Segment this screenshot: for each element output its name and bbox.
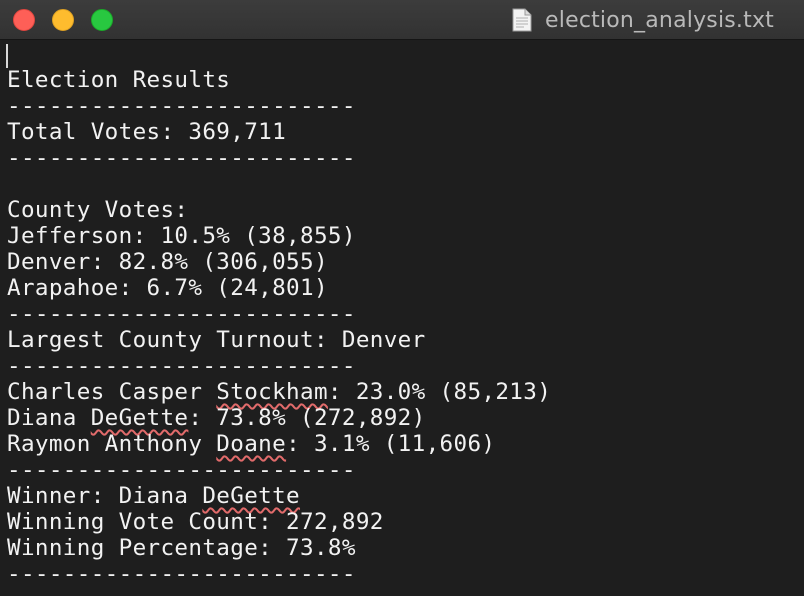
spellcheck-flagged-word: Stockham <box>216 379 328 405</box>
county-line-arapahoe: Arapahoe: 6.7% (24,801) <box>7 275 328 301</box>
document-text[interactable]: Election Results -----------------------… <box>7 67 551 587</box>
window-title: election_analysis.txt <box>545 7 774 33</box>
text-editor-window: election_analysis.txt Election Results -… <box>0 0 804 596</box>
text-editor-area[interactable]: Election Results -----------------------… <box>0 41 804 596</box>
document-icon <box>512 8 532 32</box>
divider-line: ------------------------- <box>7 457 356 483</box>
text-cursor <box>6 44 8 68</box>
spellcheck-flagged-word: DeGette <box>90 405 189 431</box>
county-line-jefferson: Jefferson: 10.5% (38,855) <box>7 223 356 249</box>
county-line-denver: Denver: 82.8% (306,055) <box>7 249 328 275</box>
divider-line: ------------------------- <box>7 353 356 379</box>
close-button[interactable] <box>13 9 35 31</box>
divider-line: ------------------------- <box>7 301 356 327</box>
candidate-line-degette: Diana DeGette: 73.8% (272,892) <box>7 405 426 431</box>
minimize-button[interactable] <box>52 9 74 31</box>
divider-line: ------------------------- <box>7 93 356 119</box>
winning-percentage-line: Winning Percentage: 73.8% <box>7 535 356 561</box>
candidate-line-stockham: Charles Casper Stockham: 23.0% (85,213) <box>7 379 552 405</box>
window-title-area: election_analysis.txt <box>512 7 774 33</box>
spellcheck-flagged-word: DeGette <box>202 483 301 509</box>
results-heading: Election Results <box>7 67 231 93</box>
winning-vote-count-line: Winning Vote Count: 272,892 <box>7 509 384 535</box>
candidate-line-doane: Raymon Anthony Doane: 3.1% (11,606) <box>7 431 496 457</box>
title-bar[interactable]: election_analysis.txt <box>0 0 804 40</box>
zoom-button[interactable] <box>91 9 113 31</box>
largest-county-line: Largest County Turnout: Denver <box>7 327 426 353</box>
winner-line: Winner: Diana DeGette <box>7 483 301 509</box>
total-votes-line: Total Votes: 369,711 <box>7 119 287 145</box>
divider-line: ------------------------- <box>7 145 356 171</box>
spellcheck-flagged-word: Doane <box>216 431 287 457</box>
county-votes-header: County Votes: <box>7 197 189 223</box>
divider-line: ------------------------- <box>7 561 356 587</box>
